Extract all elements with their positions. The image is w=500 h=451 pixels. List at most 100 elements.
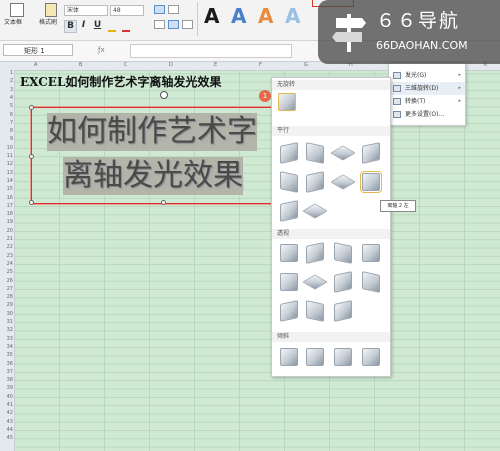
align-center-icon[interactable] — [168, 20, 179, 29]
bold-button[interactable]: B — [64, 20, 77, 33]
resize-handle[interactable] — [29, 105, 34, 110]
align-left-icon[interactable] — [154, 20, 165, 29]
rotation-tile[interactable] — [362, 142, 380, 164]
row-header[interactable]: 45 — [0, 435, 13, 441]
row-header[interactable]: 32 — [0, 327, 13, 333]
row-header[interactable]: 33 — [0, 336, 13, 342]
rotation-tile[interactable] — [334, 242, 352, 264]
art-style-swatch[interactable]: A — [204, 4, 219, 28]
art-style-swatch[interactable]: A — [231, 4, 246, 28]
rotation-tile[interactable] — [302, 274, 328, 290]
italic-button[interactable]: I — [78, 20, 89, 31]
fill-color-icon[interactable] — [108, 21, 116, 32]
font-color-icon[interactable] — [122, 21, 130, 32]
row-header[interactable]: 13 — [0, 170, 13, 176]
row-header[interactable]: 28 — [0, 294, 13, 300]
rotation-tile-none[interactable] — [278, 93, 296, 111]
row-header[interactable]: 11 — [0, 153, 13, 159]
row-header[interactable]: 41 — [0, 402, 13, 408]
rotation-tile[interactable] — [280, 200, 298, 222]
rotation-tile[interactable] — [306, 142, 324, 164]
align-right-icon[interactable] — [182, 20, 193, 29]
row-header[interactable]: 38 — [0, 377, 13, 383]
rotation-tile[interactable] — [280, 300, 298, 322]
column-header[interactable]: B — [79, 62, 82, 68]
name-box[interactable]: 矩形 1 — [3, 44, 73, 56]
row-header[interactable]: 43 — [0, 419, 13, 425]
rotation-tile[interactable] — [362, 244, 380, 262]
sheet-title-cell[interactable]: EXCEL如何制作艺术字离轴发光效果 — [20, 73, 221, 90]
row-header[interactable]: 30 — [0, 311, 13, 317]
row-header[interactable]: 19 — [0, 219, 13, 225]
textbox-button[interactable]: 文本框 — [4, 2, 28, 26]
rotation-tile[interactable] — [330, 145, 356, 161]
row-header[interactable]: 12 — [0, 161, 13, 167]
align-middle-icon[interactable] — [168, 5, 179, 14]
row-header[interactable]: 35 — [0, 352, 13, 358]
menu-item[interactable]: 三维旋转(D) ▸ — [389, 82, 465, 95]
row-header[interactable]: 18 — [0, 211, 13, 217]
column-header[interactable]: C — [124, 62, 128, 68]
row-header[interactable]: 22 — [0, 244, 13, 250]
row-header[interactable]: 6 — [0, 112, 13, 118]
rotation-tile[interactable] — [280, 244, 298, 262]
row-header[interactable]: 37 — [0, 369, 13, 375]
rotation-tile[interactable] — [280, 348, 298, 366]
wordart-shape[interactable]: 如何制作艺术字 离轴发光效果 — [31, 107, 281, 204]
rotate-handle-icon[interactable] — [160, 91, 168, 99]
row-header[interactable]: 31 — [0, 319, 13, 325]
row-header[interactable]: 10 — [0, 145, 13, 151]
row-header[interactable]: 23 — [0, 253, 13, 259]
row-header[interactable]: 29 — [0, 302, 13, 308]
resize-handle[interactable] — [29, 154, 34, 159]
resize-handle[interactable] — [29, 200, 34, 205]
row-header[interactable]: 7 — [0, 120, 13, 126]
row-header[interactable]: 16 — [0, 195, 13, 201]
row-header[interactable]: 20 — [0, 228, 13, 234]
column-header[interactable]: D — [169, 62, 173, 68]
underline-button[interactable]: U — [92, 20, 103, 31]
rotation-tile[interactable] — [362, 271, 380, 293]
rotation-tile[interactable] — [306, 171, 324, 193]
rotation-tile[interactable] — [334, 300, 352, 322]
row-header[interactable]: 5 — [0, 103, 13, 109]
column-header[interactable]: F — [259, 62, 262, 68]
resize-handle[interactable] — [161, 200, 166, 205]
row-header[interactable]: 4 — [0, 95, 13, 101]
row-header[interactable]: 40 — [0, 394, 13, 400]
menu-item[interactable]: 更多设置(O)... — [389, 108, 465, 121]
row-header[interactable]: 9 — [0, 136, 13, 142]
menu-item[interactable]: 转换(T) ▸ — [389, 95, 465, 108]
rotation-tile[interactable] — [306, 300, 324, 322]
rotation-tile[interactable] — [306, 348, 324, 366]
row-header[interactable]: 17 — [0, 203, 13, 209]
row-header[interactable]: 44 — [0, 427, 13, 433]
rotation-tile[interactable] — [280, 171, 298, 193]
row-header[interactable]: 26 — [0, 278, 13, 284]
menu-item[interactable]: 发光(G) ▸ — [389, 69, 465, 82]
rotation-tile[interactable] — [334, 271, 352, 293]
row-header[interactable]: 8 — [0, 128, 13, 134]
row-header[interactable]: 2 — [0, 78, 13, 84]
rotation-tile[interactable] — [280, 273, 298, 291]
art-style-swatch[interactable]: A — [258, 4, 273, 28]
row-header[interactable]: 27 — [0, 286, 13, 292]
rotation-tile[interactable] — [330, 174, 356, 190]
column-header[interactable]: G — [304, 62, 308, 68]
font-name-select[interactable]: 宋体 — [64, 5, 108, 16]
formula-input[interactable] — [130, 44, 292, 58]
rotation-tile[interactable] — [306, 242, 324, 264]
rotation-tile[interactable] — [334, 348, 352, 366]
row-header[interactable]: 14 — [0, 178, 13, 184]
rotation-tile[interactable] — [280, 142, 298, 164]
row-header[interactable]: 3 — [0, 87, 13, 93]
fx-icon[interactable]: ƒx — [98, 46, 105, 54]
row-header[interactable]: 39 — [0, 385, 13, 391]
font-size-select[interactable]: 48 — [110, 5, 144, 16]
rotation-tile[interactable] — [302, 203, 328, 219]
row-header[interactable]: 21 — [0, 236, 13, 242]
align-top-icon[interactable] — [154, 5, 165, 14]
row-header[interactable]: 25 — [0, 269, 13, 275]
format-painter-button[interactable]: 格式刷 — [39, 2, 63, 26]
rotation-tile[interactable] — [362, 348, 380, 366]
